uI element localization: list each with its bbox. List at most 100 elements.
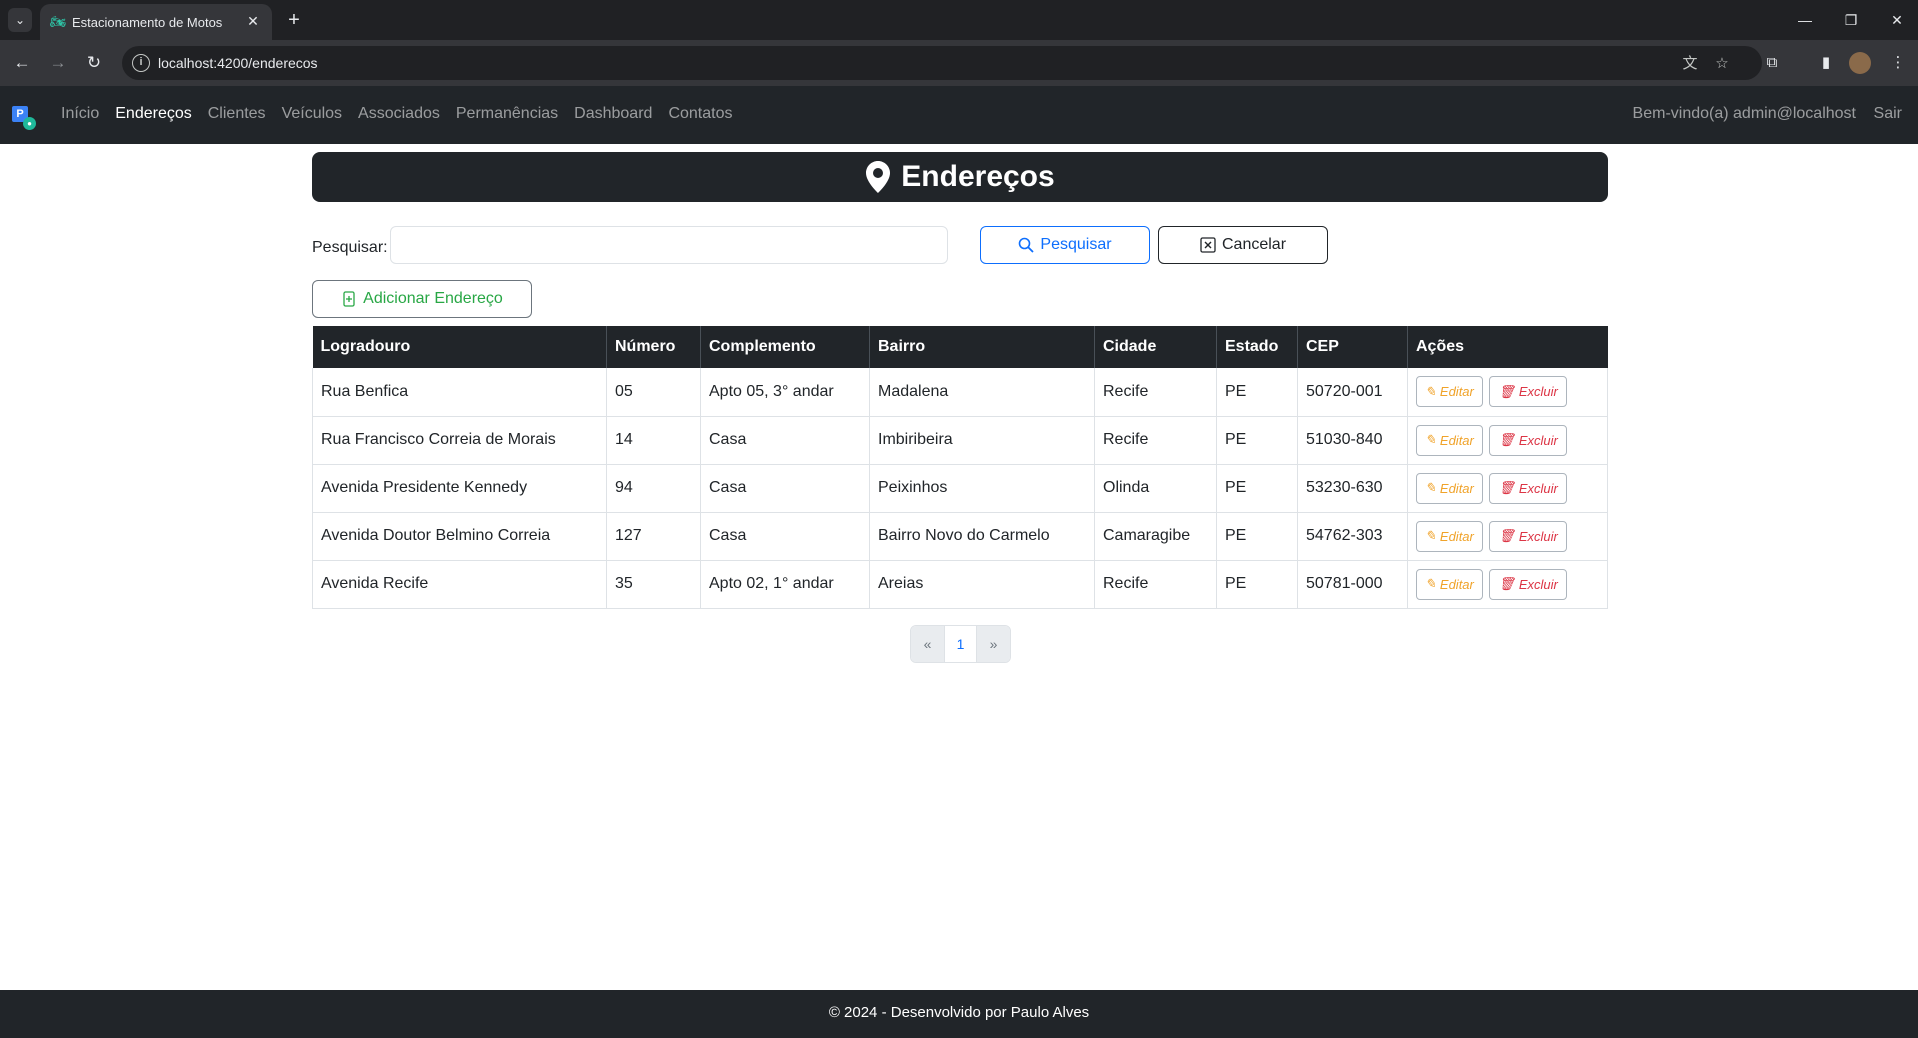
nav-link-veiculos[interactable]: Veículos bbox=[282, 105, 342, 123]
delete-button[interactable]: 🗑 Excluir bbox=[1489, 376, 1567, 408]
edit-button[interactable]: ✎ Editar bbox=[1416, 424, 1483, 456]
search-input[interactable] bbox=[390, 226, 948, 264]
table-row: Rua Francisco Correia de Morais 14 Casa … bbox=[312, 416, 1608, 465]
trash-icon: 🗑 bbox=[1498, 432, 1515, 447]
search-button-label: Pesquisar bbox=[1040, 236, 1112, 253]
tab-search-chevron-icon[interactable]: ⌄ bbox=[8, 8, 32, 32]
table-row: Avenida Recife 35 Apto 02, 1° andar Arei… bbox=[312, 560, 1608, 609]
table-header-row: Logradouro Número Complemento Bairro Cid… bbox=[312, 326, 1608, 368]
pencil-square-icon: ✎ bbox=[1425, 432, 1436, 447]
address-bar[interactable]: i localhost:4200/enderecos 文 ☆ bbox=[122, 46, 1762, 80]
pencil-square-icon: ✎ bbox=[1425, 528, 1436, 543]
delete-button-label: Excluir bbox=[1518, 576, 1558, 592]
new-tab-plus-icon[interactable]: + bbox=[282, 8, 306, 32]
cell-complemento: Casa bbox=[700, 512, 870, 561]
site-info-icon[interactable]: i bbox=[132, 54, 150, 72]
trash-icon: 🗑 bbox=[1498, 383, 1515, 399]
column-header-logradouro[interactable]: Logradouro bbox=[312, 326, 607, 368]
column-header-acoes: Ações bbox=[1407, 326, 1608, 368]
nav-link-clientes[interactable]: Clientes bbox=[208, 105, 266, 123]
forward-arrow-icon[interactable]: → bbox=[46, 51, 70, 75]
delete-button-label: Excluir bbox=[1518, 432, 1558, 448]
add-address-button[interactable]: Adicionar Endereço bbox=[312, 280, 532, 318]
cell-numero: 05 bbox=[606, 368, 701, 417]
search-button[interactable]: Pesquisar bbox=[980, 226, 1150, 264]
nav-link-associados[interactable]: Associados bbox=[358, 105, 440, 123]
side-panel-icon[interactable]: ▮ bbox=[1814, 51, 1838, 75]
window-close-icon[interactable]: ✕ bbox=[1882, 8, 1912, 32]
edit-button[interactable]: ✎ Editar bbox=[1416, 376, 1483, 408]
cell-cep: 50781-000 bbox=[1297, 560, 1408, 609]
delete-button[interactable]: 🗑 Excluir bbox=[1489, 568, 1567, 600]
page-header: Endereços bbox=[312, 152, 1608, 202]
cell-cep: 53230-630 bbox=[1297, 464, 1408, 513]
cancel-button[interactable]: Cancelar bbox=[1158, 226, 1328, 264]
column-header-cep[interactable]: CEP bbox=[1297, 326, 1408, 368]
cell-estado: PE bbox=[1216, 560, 1298, 609]
trash-icon: 🗑 bbox=[1498, 576, 1515, 591]
edit-button[interactable]: ✎ Editar bbox=[1416, 568, 1483, 600]
cell-bairro: Areias bbox=[869, 560, 1095, 609]
cell-bairro: Madalena bbox=[869, 368, 1095, 417]
nav-link-contatos[interactable]: Contatos bbox=[668, 105, 732, 123]
cell-actions: ✎ Editar 🗑 Excluir bbox=[1407, 368, 1608, 417]
profile-avatar[interactable] bbox=[1849, 52, 1871, 74]
delete-button[interactable]: 🗑 Excluir bbox=[1489, 520, 1567, 552]
nav-link-enderecos[interactable]: Endereços bbox=[115, 105, 192, 123]
search-label: Pesquisar: bbox=[312, 239, 388, 256]
menu-kebab-icon[interactable]: ⋮ bbox=[1886, 51, 1910, 75]
delete-button[interactable]: 🗑 Excluir bbox=[1489, 472, 1567, 504]
browser-toolbar: ← → ↻ i localhost:4200/enderecos 文 ☆ ⧉ ▮… bbox=[0, 40, 1918, 86]
edit-button[interactable]: ✎ Editar bbox=[1416, 520, 1483, 552]
cell-cidade: Recife bbox=[1094, 416, 1217, 465]
column-header-cidade[interactable]: Cidade bbox=[1094, 326, 1217, 368]
nav-link-permanencias[interactable]: Permanências bbox=[456, 105, 558, 123]
column-header-complemento[interactable]: Complemento bbox=[700, 326, 870, 368]
cancel-button-label: Cancelar bbox=[1221, 236, 1287, 253]
cell-logradouro: Avenida Doutor Belmino Correia bbox=[312, 512, 607, 561]
bookmark-star-icon[interactable]: ☆ bbox=[1712, 54, 1732, 74]
trash-icon: 🗑 bbox=[1498, 480, 1515, 495]
pencil-square-icon: ✎ bbox=[1425, 576, 1436, 591]
cell-actions: ✎ Editar 🗑 Excluir bbox=[1407, 560, 1608, 609]
brand-logo[interactable]: P ● bbox=[12, 106, 36, 130]
column-header-estado[interactable]: Estado bbox=[1216, 326, 1298, 368]
cell-cep: 54762-303 bbox=[1297, 512, 1408, 561]
edit-button[interactable]: ✎ Editar bbox=[1416, 472, 1483, 504]
minimize-icon[interactable]: — bbox=[1790, 8, 1820, 32]
address-url[interactable]: localhost:4200/enderecos bbox=[158, 55, 318, 71]
extensions-puzzle-icon[interactable]: ⧉ bbox=[1760, 51, 1784, 75]
back-arrow-icon[interactable]: ← bbox=[10, 51, 34, 75]
translate-icon[interactable]: 文 bbox=[1680, 54, 1700, 74]
pagination-prev[interactable]: « bbox=[911, 626, 944, 662]
logout-link[interactable]: Sair bbox=[1874, 105, 1902, 123]
column-header-bairro[interactable]: Bairro bbox=[869, 326, 1095, 368]
close-icon[interactable]: ✕ bbox=[244, 12, 262, 30]
table-row: Rua Benfica 05 Apto 05, 3° andar Madalen… bbox=[312, 368, 1608, 417]
cell-actions: ✎ Editar 🗑 Excluir bbox=[1407, 416, 1608, 465]
cell-actions: ✎ Editar 🗑 Excluir bbox=[1407, 512, 1608, 561]
reload-icon[interactable]: ↻ bbox=[82, 51, 106, 75]
cell-complemento: Casa bbox=[700, 416, 870, 465]
logo-badge-icon: ● bbox=[23, 117, 36, 130]
cell-cidade: Camaragibe bbox=[1094, 512, 1217, 561]
cell-estado: PE bbox=[1216, 416, 1298, 465]
browser-tab[interactable]: 🏍 Estacionamento de Motos ✕ bbox=[40, 4, 272, 40]
nav-link-inicio[interactable]: Início bbox=[61, 105, 99, 123]
pagination-page-1[interactable]: 1 bbox=[944, 626, 977, 662]
pagination-next[interactable]: » bbox=[977, 626, 1010, 662]
cell-logradouro: Avenida Presidente Kennedy bbox=[312, 464, 607, 513]
restore-icon[interactable]: ❐ bbox=[1836, 8, 1866, 32]
pencil-square-icon: ✎ bbox=[1425, 480, 1436, 495]
cell-numero: 127 bbox=[606, 512, 701, 561]
nav-link-dashboard[interactable]: Dashboard bbox=[574, 105, 652, 123]
edit-button-label: Editar bbox=[1439, 384, 1474, 400]
column-header-numero[interactable]: Número bbox=[606, 326, 701, 368]
delete-button-label: Excluir bbox=[1518, 384, 1558, 400]
nav-links: Início Endereços Clientes Veículos Assoc… bbox=[61, 105, 748, 123]
cell-cidade: Olinda bbox=[1094, 464, 1217, 513]
delete-button-label: Excluir bbox=[1518, 480, 1558, 496]
delete-button[interactable]: 🗑 Excluir bbox=[1489, 424, 1567, 456]
cell-cep: 50720-001 bbox=[1297, 368, 1408, 417]
cell-estado: PE bbox=[1216, 512, 1298, 561]
